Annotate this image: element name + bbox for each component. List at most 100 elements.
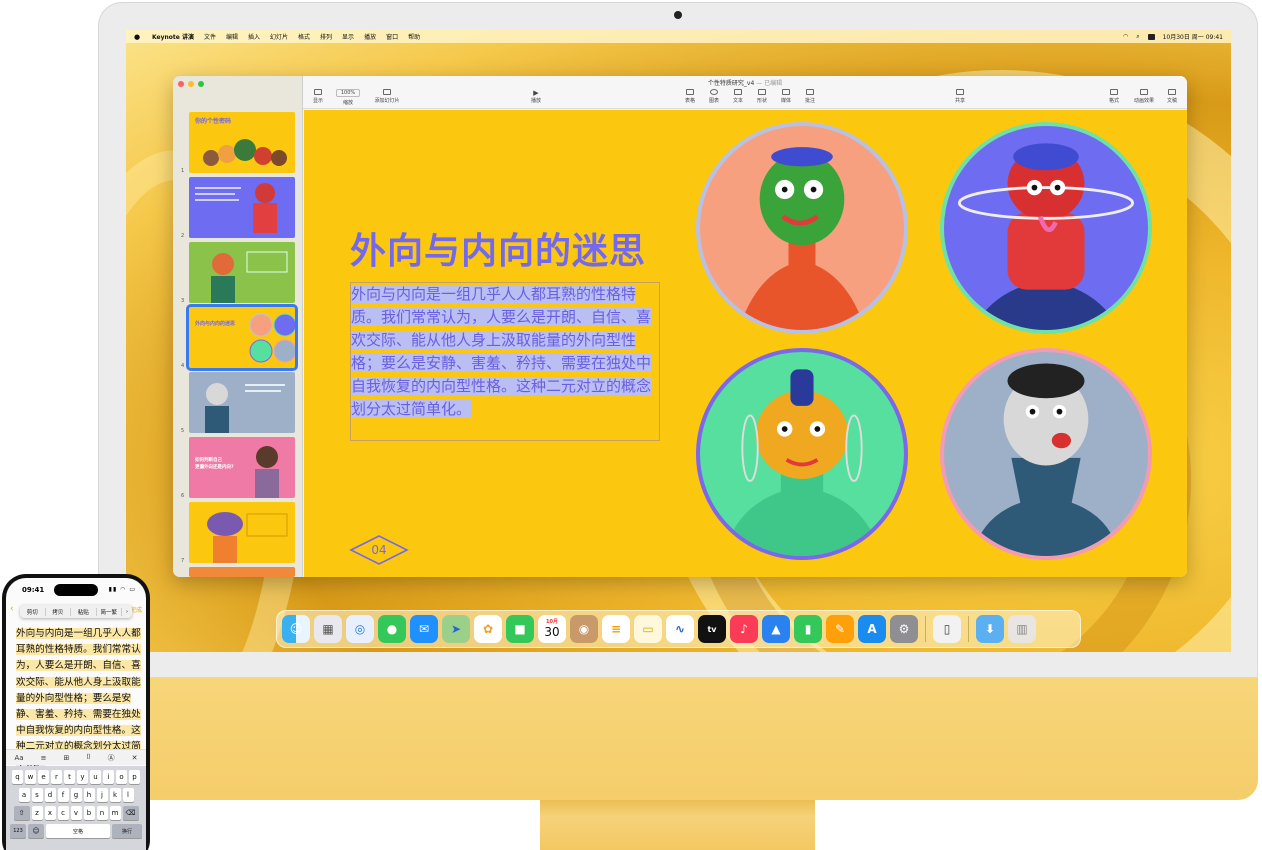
zoom-button[interactable]: 100% 缩放 bbox=[333, 89, 363, 106]
downloads-folder-icon[interactable]: ⬇ bbox=[976, 615, 1004, 643]
key[interactable]: a bbox=[18, 788, 30, 802]
document-button[interactable]: 文稿 bbox=[1157, 89, 1187, 104]
add-slide-button[interactable]: 添加幻灯片 bbox=[367, 89, 407, 104]
space-key[interactable]: 空格 bbox=[46, 824, 110, 838]
delete-key-icon[interactable]: ⌫ bbox=[122, 806, 139, 820]
wifi-icon[interactable]: ◠ bbox=[1123, 33, 1128, 40]
maps-icon[interactable]: ➤ bbox=[442, 615, 470, 643]
facetime-icon[interactable]: ■ bbox=[506, 615, 534, 643]
slide-thumbnail-5[interactable] bbox=[189, 372, 295, 433]
table-icon[interactable]: ⊞ bbox=[63, 754, 69, 762]
view-button[interactable]: 显示 bbox=[303, 89, 333, 104]
safari-icon[interactable]: ◎ bbox=[346, 615, 374, 643]
menu-item[interactable]: 排列 bbox=[320, 32, 332, 41]
menu-item[interactable]: 文件 bbox=[204, 32, 216, 41]
photos-icon[interactable]: ✿ bbox=[474, 615, 502, 643]
convert-button[interactable]: 简一繁 bbox=[97, 607, 122, 616]
menu-clock[interactable]: 10月30日 周一 09:41 bbox=[1163, 32, 1223, 41]
numbers-icon[interactable]: ▮ bbox=[794, 615, 822, 643]
checklist-icon[interactable]: ≡ bbox=[41, 754, 47, 762]
key[interactable]: g bbox=[70, 788, 82, 802]
menu-item[interactable]: 插入 bbox=[248, 32, 260, 41]
reminders-icon[interactable]: ≡ bbox=[602, 615, 630, 643]
control-center-icon[interactable] bbox=[1147, 33, 1155, 40]
numbers-key[interactable]: 123 bbox=[10, 824, 26, 838]
key[interactable]: i bbox=[103, 770, 114, 784]
key[interactable]: c bbox=[57, 806, 69, 820]
freeform-icon[interactable]: ∿ bbox=[666, 615, 694, 643]
text-format-icon[interactable]: Aa bbox=[15, 754, 24, 762]
slide-title[interactable]: 外向与内向的迷思 bbox=[350, 222, 646, 274]
key[interactable]: y bbox=[77, 770, 88, 784]
copy-button[interactable]: 拷贝 bbox=[46, 607, 71, 616]
launchpad-icon[interactable]: ▦ bbox=[314, 615, 342, 643]
portrait-yellow-figure[interactable] bbox=[696, 348, 908, 560]
finder-icon[interactable]: ☺ bbox=[282, 615, 310, 643]
slide-thumbnail-2[interactable] bbox=[189, 177, 295, 238]
key[interactable]: r bbox=[51, 770, 62, 784]
slide-thumbnail-6[interactable]: 如何判断自己 更偏外向还是内向? bbox=[189, 437, 295, 498]
comment-button[interactable]: 批注 bbox=[795, 89, 825, 104]
menu-item[interactable]: 显示 bbox=[342, 32, 354, 41]
shift-key-icon[interactable]: ⇧ bbox=[13, 806, 30, 820]
slide-thumbnail-7[interactable] bbox=[189, 502, 295, 563]
key[interactable]: q bbox=[12, 770, 23, 784]
appstore-icon[interactable]: A bbox=[858, 615, 886, 643]
play-button[interactable]: ▶ 播放 bbox=[521, 89, 551, 104]
key[interactable]: d bbox=[44, 788, 56, 802]
markup-icon[interactable]: Ⓐ bbox=[108, 753, 115, 763]
minimize-window-button[interactable] bbox=[188, 81, 194, 87]
selected-text[interactable]: 外向与内向是一组几乎人人都耳熟的性格特质。我们常常认为，人要么是开朗、自信、喜欢… bbox=[16, 628, 141, 769]
key[interactable]: e bbox=[38, 770, 49, 784]
messages-icon[interactable]: ● bbox=[378, 615, 406, 643]
portrait-green-figure[interactable] bbox=[696, 122, 908, 334]
portrait-red-figure[interactable] bbox=[940, 122, 1152, 334]
selected-text[interactable]: 外向与内向是一组几乎人人都耳熟的性格特质。我们常常认为，人要么是开朗、自信、喜欢… bbox=[351, 285, 652, 418]
close-window-button[interactable] bbox=[178, 81, 184, 87]
cut-button[interactable]: 剪切 bbox=[20, 607, 46, 616]
paste-button[interactable]: 粘贴 bbox=[71, 607, 97, 616]
apple-menu-icon[interactable]: ● bbox=[134, 33, 142, 41]
key[interactable]: n bbox=[96, 806, 108, 820]
key[interactable]: t bbox=[64, 770, 75, 784]
settings-icon[interactable]: ⚙ bbox=[890, 615, 918, 643]
menu-item[interactable]: 窗口 bbox=[386, 32, 398, 41]
menu-item[interactable]: 帮助 bbox=[408, 32, 420, 41]
tv-icon[interactable]: tv bbox=[698, 615, 726, 643]
key[interactable]: w bbox=[25, 770, 36, 784]
key[interactable]: b bbox=[83, 806, 95, 820]
zoom-window-button[interactable] bbox=[198, 81, 204, 87]
key[interactable]: j bbox=[96, 788, 108, 802]
format-button[interactable]: 格式 bbox=[1099, 89, 1129, 104]
menu-item[interactable]: 编辑 bbox=[226, 32, 238, 41]
key[interactable]: h bbox=[83, 788, 95, 802]
notes-icon[interactable]: ▭ bbox=[634, 615, 662, 643]
slide-canvas[interactable]: 外向与内向的迷思 外向与内向是一组几乎人人都耳熟的性格特质。我们常常认为，人要么… bbox=[304, 110, 1187, 577]
slide-thumbnail-1[interactable]: 你的个性密码 bbox=[189, 112, 295, 173]
slide-body-text[interactable]: 外向与内向是一组几乎人人都耳熟的性格特质。我们常常认为，人要么是开朗、自信、喜欢… bbox=[350, 282, 660, 441]
calendar-icon[interactable]: 10月 30 bbox=[538, 615, 566, 643]
back-chevron-icon[interactable]: ‹ bbox=[10, 604, 14, 614]
key[interactable]: u bbox=[90, 770, 101, 784]
pages-icon[interactable]: ✎ bbox=[826, 615, 854, 643]
emoji-key-icon[interactable]: ☺ bbox=[28, 824, 44, 838]
mail-icon[interactable]: ✉ bbox=[410, 615, 438, 643]
search-icon[interactable]: ⌕ bbox=[1136, 33, 1139, 41]
key[interactable]: v bbox=[70, 806, 82, 820]
key[interactable]: o bbox=[116, 770, 127, 784]
more-chevron-icon[interactable]: › bbox=[122, 609, 132, 615]
key[interactable]: m bbox=[109, 806, 121, 820]
contacts-icon[interactable]: ◉ bbox=[570, 615, 598, 643]
close-keyboard-icon[interactable]: ✕ bbox=[132, 754, 138, 762]
trash-icon[interactable]: ▥ bbox=[1008, 615, 1036, 643]
menu-app-name[interactable]: Keynote 讲演 bbox=[152, 32, 194, 41]
music-icon[interactable]: ♪ bbox=[730, 615, 758, 643]
key[interactable]: f bbox=[57, 788, 69, 802]
key[interactable]: z bbox=[31, 806, 43, 820]
return-key[interactable]: 换行 bbox=[112, 824, 142, 838]
menu-item[interactable]: 格式 bbox=[298, 32, 310, 41]
key[interactable]: s bbox=[31, 788, 43, 802]
slide-thumbnail-3[interactable] bbox=[189, 242, 295, 303]
share-button[interactable]: 共享 bbox=[945, 89, 975, 104]
camera-icon[interactable]: ⌷ bbox=[86, 753, 90, 762]
